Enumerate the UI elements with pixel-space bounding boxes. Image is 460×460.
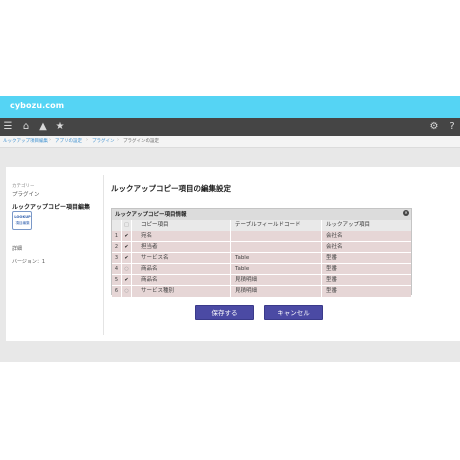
plugin-category-value: プラグイン	[12, 192, 40, 198]
lookup-copy-panel: ルックアップコピー項目情報 ✕ □ コピー項目 テーブルフィールドコード ルック…	[111, 208, 412, 297]
breadcrumb-item[interactable]: ルックアップ項目編集	[3, 138, 48, 144]
version-label: バージョン：1	[12, 259, 46, 265]
table-header-row: □ コピー項目 テーブルフィールドコード ルックアップ項目	[112, 220, 411, 231]
cancel-button[interactable]: キャンセル	[264, 305, 323, 320]
copy-field-cell: サービス種別	[132, 286, 231, 297]
gear-icon[interactable]: ⚙	[428, 120, 440, 134]
breadcrumb-separator: ›	[86, 137, 88, 143]
plugin-name: ルックアップコピー項目編集	[12, 204, 91, 211]
breadcrumb: ルックアップ項目編集 › アプリの設定 › プラグイン › プラグインの設定	[0, 136, 460, 148]
breadcrumb-separator: ›	[49, 137, 51, 143]
page-title: ルックアップコピー項目の編集設定	[111, 184, 231, 193]
detail-link[interactable]: 詳細	[12, 245, 22, 252]
row-checkbox[interactable]: ○	[122, 286, 132, 297]
star-icon[interactable]: ★	[54, 120, 66, 134]
breadcrumb-separator: ›	[117, 137, 119, 143]
brand-logo[interactable]: cybozu.com	[10, 101, 64, 110]
close-icon[interactable]: ✕	[403, 210, 409, 216]
header-table-code: テーブルフィールドコード	[231, 220, 322, 231]
home-icon[interactable]: ⌂	[20, 120, 32, 134]
breadcrumb-item[interactable]: アプリの設定	[55, 138, 82, 144]
panel-title: ルックアップコピー項目情報	[115, 212, 187, 218]
breadcrumb-item[interactable]: プラグイン	[92, 138, 115, 144]
header-num	[112, 220, 122, 231]
breadcrumb-current: プラグインの設定	[123, 139, 159, 144]
table-row[interactable]: 6 ○ サービス種別 見積明細 型番	[112, 286, 411, 297]
header-select-all-checkbox[interactable]: □	[122, 220, 132, 231]
lookup-field-cell: 型番	[326, 288, 338, 294]
plugin-logo: LOOKUP 項目編集	[12, 211, 32, 230]
help-icon[interactable]: ?	[446, 120, 458, 134]
plugin-logo-text: LOOKUP	[14, 215, 31, 219]
save-button[interactable]: 保存する	[195, 305, 254, 320]
menu-icon[interactable]: ☰	[2, 120, 14, 134]
table-code-cell: 見積明細	[231, 286, 322, 297]
header-copy-field: コピー項目	[132, 220, 231, 231]
header-lookup-field: ルックアップ項目	[326, 222, 371, 228]
plugin-logo-subtext: 項目編集	[15, 221, 30, 225]
row-number: 6	[112, 286, 122, 297]
global-navbar: ☰ ⌂ ▲ ★ ⚙ ?	[0, 118, 460, 136]
sidebar-divider	[103, 175, 104, 335]
category-label: カテゴリー	[12, 184, 35, 189]
bell-icon[interactable]: ▲	[37, 120, 49, 134]
top-header: cybozu.com	[0, 96, 460, 118]
